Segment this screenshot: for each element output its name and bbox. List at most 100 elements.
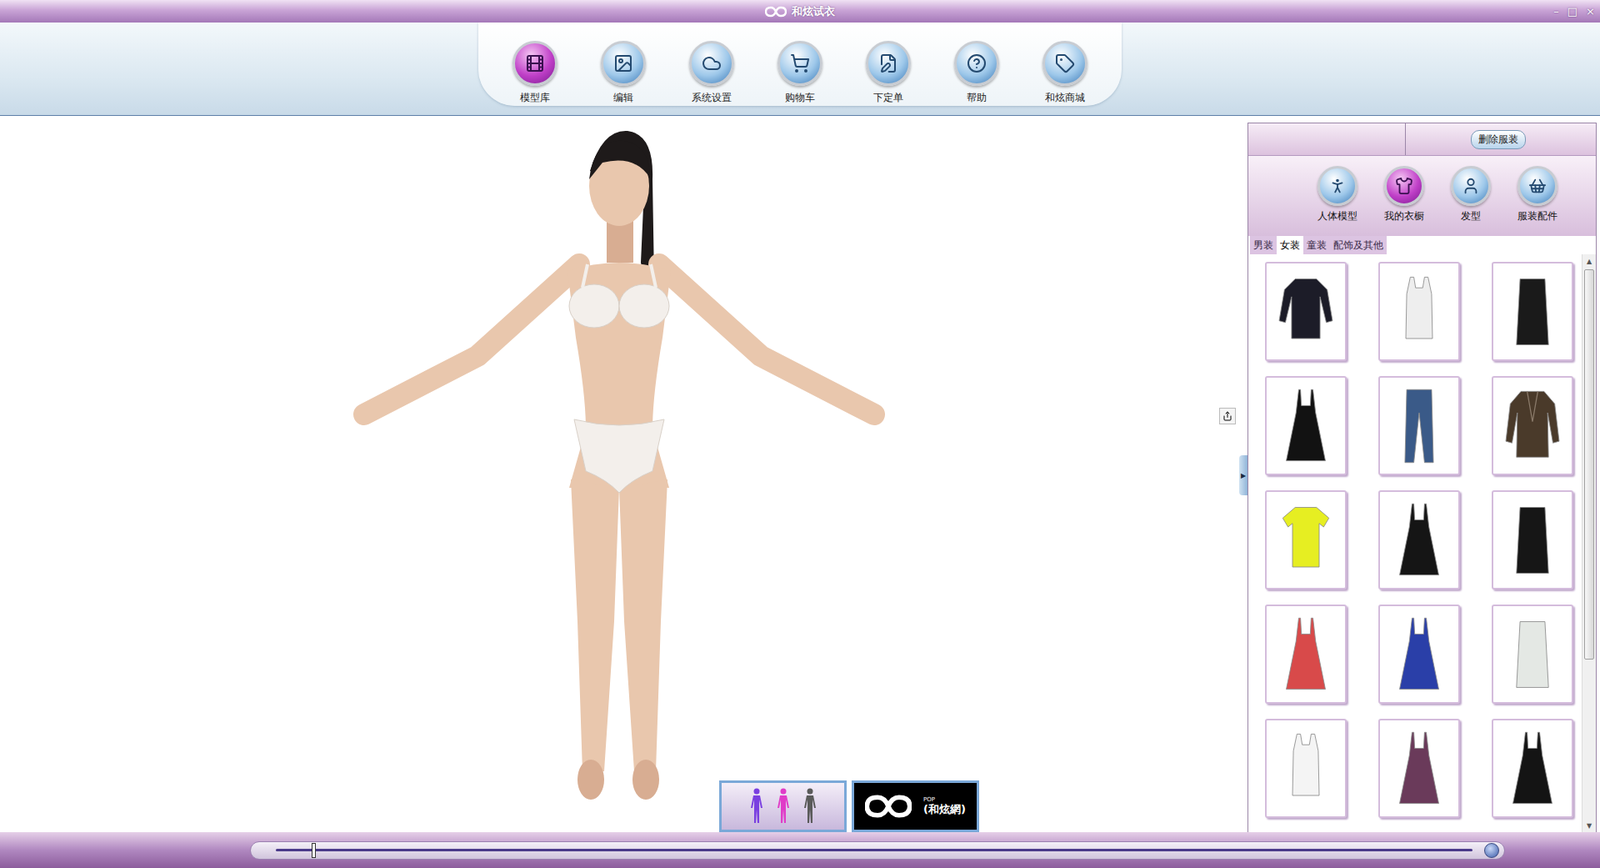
- toolbar-orb: [865, 40, 911, 86]
- toolbar-orb: [600, 40, 646, 86]
- delete-clothes-button[interactable]: 删除服装: [1470, 130, 1526, 150]
- category-button[interactable]: 发型: [1440, 165, 1501, 224]
- basket-icon: [1528, 176, 1547, 195]
- dress-icon: [1505, 728, 1560, 809]
- toolbar-button[interactable]: 模型库: [492, 40, 578, 105]
- category-label: 发型: [1460, 209, 1481, 224]
- toolbar-orb: [777, 40, 823, 86]
- tee-icon: [1278, 500, 1334, 580]
- help-icon: [966, 53, 987, 74]
- slider-thumb[interactable]: [311, 842, 316, 858]
- cloud-icon: [701, 53, 722, 74]
- category-button[interactable]: 人体模型: [1307, 165, 1368, 224]
- toolbar-button[interactable]: 帮助: [934, 40, 1020, 105]
- toolbar-button[interactable]: 下定单: [845, 40, 931, 105]
- window-control-button[interactable]: –: [1553, 5, 1560, 17]
- garment-card[interactable]: [1265, 718, 1347, 818]
- dress-icon: [1278, 385, 1334, 466]
- figure-icon: [749, 787, 765, 825]
- garment-card[interactable]: [1265, 490, 1347, 590]
- jacket-icon: [1505, 385, 1560, 466]
- toolbar-label: 购物车: [785, 90, 815, 105]
- view-mode-button[interactable]: [719, 780, 847, 832]
- export-icon: [1222, 410, 1233, 421]
- toolbar-label: 系统设置: [691, 90, 732, 105]
- title-bar: 和炫试衣 –□ ×: [0, 0, 1600, 23]
- skirt-icon: [1505, 500, 1560, 580]
- bottom-bar: [0, 831, 1600, 868]
- scroll-up-button[interactable]: ▲: [1582, 254, 1596, 268]
- toolbar-label: 模型库: [520, 90, 550, 105]
- category-label: 服装配件: [1517, 209, 1558, 224]
- garment-card[interactable]: [1378, 718, 1460, 818]
- pants-icon: [1391, 385, 1447, 466]
- garment-card[interactable]: [1265, 375, 1347, 475]
- toolbar-tab: 模型库 编辑系统设置 购物车 下定单 帮助和炫商城: [478, 22, 1122, 106]
- category-orb: [1317, 165, 1358, 206]
- garment-card[interactable]: [1378, 490, 1460, 590]
- hair-icon: [1461, 176, 1480, 195]
- model-figure[interactable]: [352, 120, 886, 805]
- garment-card[interactable]: [1491, 375, 1574, 475]
- category-tab[interactable]: 童装: [1303, 235, 1330, 255]
- garment-card[interactable]: [1378, 261, 1460, 361]
- tag-icon: [1055, 53, 1075, 74]
- toolbar-orb: [512, 40, 558, 86]
- play-button[interactable]: [1484, 842, 1500, 858]
- dress-icon: [1391, 728, 1447, 809]
- toolbar-button[interactable]: 系统设置: [669, 40, 755, 105]
- window-controls: –□ ×: [1553, 0, 1595, 23]
- toolbar-button[interactable]: 编辑: [580, 40, 666, 105]
- export-button[interactable]: [1219, 407, 1236, 425]
- category-tab[interactable]: 女装: [1276, 235, 1304, 255]
- right-panel: ▶删除服装人体模型我的衣橱发型服装配件男装女装童装配饰及其他▲▼: [1247, 122, 1597, 832]
- toolbar-button[interactable]: 和炫商城: [1022, 40, 1108, 105]
- dress-icon: [1391, 614, 1447, 695]
- order-icon: [878, 53, 899, 74]
- skirt-icon: [1505, 614, 1560, 695]
- scroll-track: [1582, 267, 1596, 819]
- toolbar-orb: [689, 40, 735, 86]
- toolbar-label: 下定单: [873, 90, 904, 105]
- header-actions: 删除服装: [1405, 123, 1596, 155]
- panel-body: ▲▼: [1248, 254, 1596, 832]
- category-row: 人体模型我的衣橱发型 服装配件: [1248, 155, 1596, 236]
- tab-row: 男装女装童装配饰及其他: [1248, 235, 1596, 255]
- scroll-thumb[interactable]: [1584, 269, 1595, 660]
- garment-card[interactable]: [1265, 604, 1347, 704]
- toolbar-label: 和炫商城: [1045, 90, 1085, 105]
- window-control-button[interactable]: □: [1567, 5, 1578, 17]
- model-viewer[interactable]: POP(和炫網): [0, 115, 1248, 832]
- toolbar-orb: [954, 40, 1000, 86]
- garment-card[interactable]: [1491, 490, 1574, 590]
- category-button[interactable]: 服装配件: [1507, 165, 1568, 224]
- garment-grid: [1248, 254, 1582, 832]
- toolbar-button[interactable]: 购物车: [757, 40, 843, 105]
- app-window: 和炫试衣 –□ × 模型库 编辑系统设置 购物车 下定单 帮助和炫商城 POP(和炫網) ▶ 删除服…: [0, 0, 1600, 868]
- garment-card[interactable]: [1491, 261, 1574, 361]
- logo-icon: [765, 5, 787, 18]
- window-title: 和炫试衣: [765, 4, 835, 20]
- category-button[interactable]: 我的衣橱: [1374, 165, 1435, 224]
- top-icon: [1278, 271, 1334, 352]
- panel-toggle[interactable]: ▶: [1239, 455, 1248, 495]
- category-orb: [1517, 165, 1558, 206]
- dress-icon: [1391, 500, 1447, 580]
- garment-card[interactable]: [1265, 261, 1347, 361]
- brand-button[interactable]: POP(和炫網): [851, 780, 980, 832]
- category-orb: [1450, 165, 1491, 206]
- tank-icon: [1391, 271, 1447, 352]
- view-bar: POP(和炫網): [719, 780, 980, 832]
- scroll-down-button[interactable]: ▼: [1582, 818, 1596, 832]
- garment-card[interactable]: [1378, 604, 1460, 704]
- category-tab[interactable]: 男装: [1250, 235, 1277, 255]
- category-orb: [1384, 165, 1425, 206]
- garment-card[interactable]: [1378, 375, 1460, 475]
- header-cell: [1248, 123, 1406, 155]
- category-tab[interactable]: 配饰及其他: [1330, 235, 1387, 255]
- garment-card[interactable]: [1491, 718, 1574, 818]
- panel-header: 删除服装: [1248, 123, 1596, 156]
- slider-track[interactable]: [275, 848, 1473, 851]
- garment-card[interactable]: [1491, 604, 1574, 704]
- window-control-button[interactable]: ×: [1585, 5, 1595, 17]
